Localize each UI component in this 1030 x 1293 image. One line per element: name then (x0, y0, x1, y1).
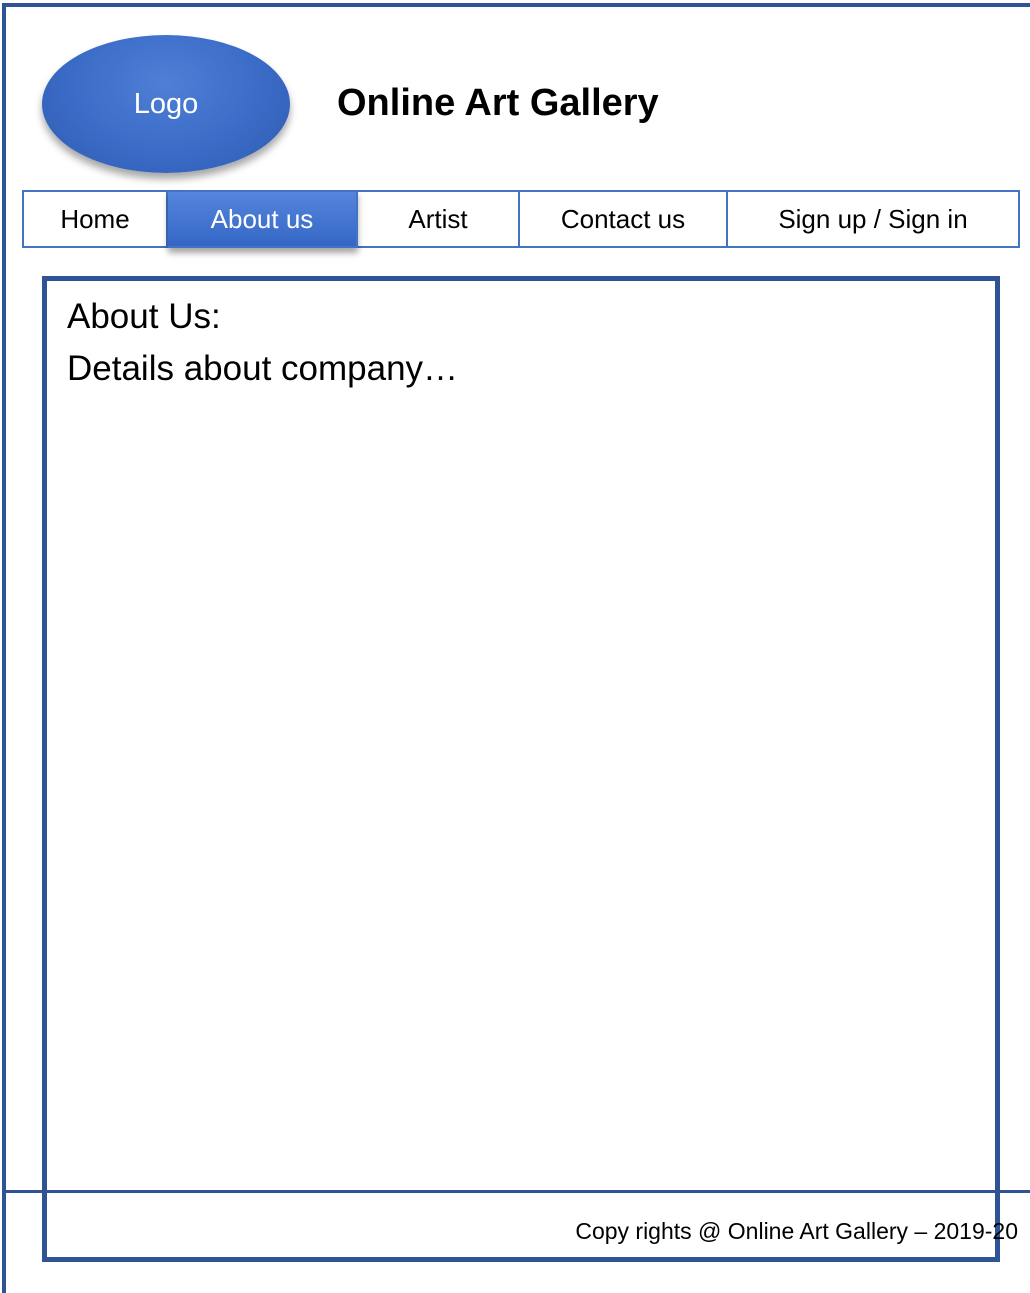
site-title: Online Art Gallery (337, 82, 659, 124)
nav-item-label: About us (210, 203, 314, 234)
logo[interactable]: Logo (42, 35, 290, 173)
nav-item-contact-us[interactable]: Contact us (520, 190, 728, 248)
nav-item-label: Contact us (560, 203, 686, 234)
nav-item-label: Sign up / Sign in (778, 203, 968, 234)
nav-item-label: Home (60, 203, 130, 234)
content-heading: About Us: (67, 297, 221, 336)
nav-item-sign-up-sign-in[interactable]: Sign up / Sign in (728, 190, 1020, 248)
content-text: Details about company… (67, 349, 459, 388)
logo-label: Logo (133, 87, 199, 120)
nav-item-label: Artist (408, 203, 468, 234)
main-nav: Home About us Artist Contact us Sign up … (22, 190, 1020, 248)
footer-copyright: Copy rights @ Online Art Gallery – 2019-… (575, 1218, 1018, 1244)
nav-item-artist[interactable]: Artist (358, 190, 520, 248)
nav-item-home[interactable]: Home (22, 190, 168, 248)
footer-divider (6, 1190, 1030, 1193)
nav-item-about-us[interactable]: About us (168, 190, 358, 248)
content-panel: About Us: Details about company… (42, 276, 1000, 1262)
